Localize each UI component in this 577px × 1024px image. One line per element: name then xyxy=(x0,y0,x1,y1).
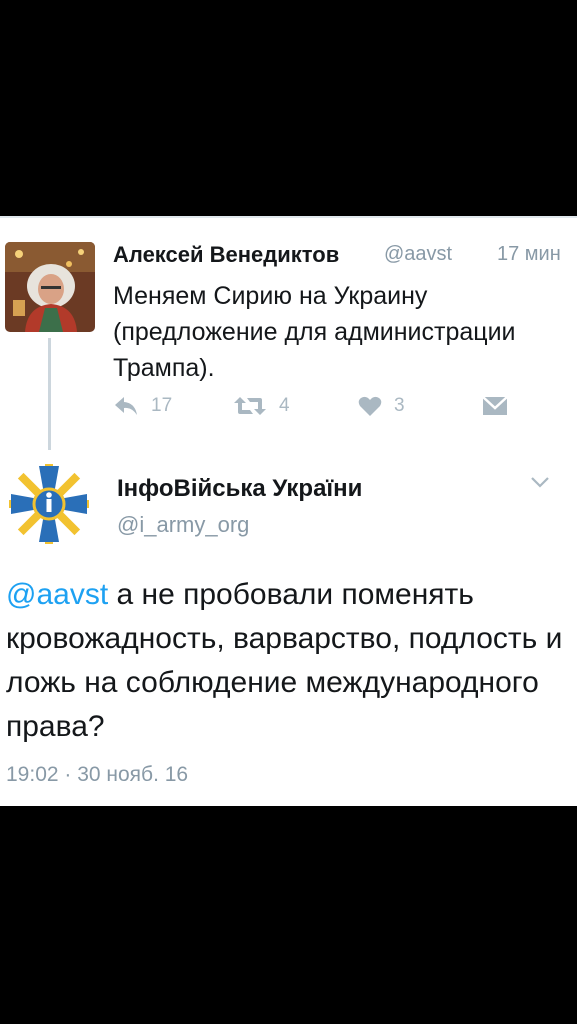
author-handle[interactable]: @aavst xyxy=(384,243,452,266)
heart-icon xyxy=(358,395,382,417)
reply-icon xyxy=(113,395,139,417)
retweet-icon xyxy=(233,395,267,417)
direct-message-button[interactable] xyxy=(482,395,508,417)
retweet-button[interactable]: 4 xyxy=(233,395,290,417)
tweet-text: Меняем Сирию на Украину (предложение для… xyxy=(113,282,516,382)
mention-link[interactable]: @aavst xyxy=(6,578,108,611)
like-count: 3 xyxy=(394,395,405,416)
author-handle[interactable]: @i_army_org xyxy=(117,512,249,538)
tweet-time[interactable]: 17 мин xyxy=(497,243,561,266)
author-name[interactable]: Алексей Венедиктов xyxy=(113,242,339,268)
retweet-count: 4 xyxy=(279,395,290,416)
tweet-timestamp[interactable]: 19:02 · 30 нояб. 16 xyxy=(6,763,188,787)
tweet-text: @aavst а не пробовали поменять кровожадн… xyxy=(6,573,571,749)
envelope-icon xyxy=(482,395,508,417)
chevron-down-icon[interactable] xyxy=(530,475,550,494)
like-button[interactable]: 3 xyxy=(358,395,405,417)
reply-count: 17 xyxy=(151,395,173,416)
thread-line xyxy=(48,338,51,450)
author-name[interactable]: ІнфоВійська України xyxy=(117,475,362,503)
avatar[interactable] xyxy=(5,242,95,332)
avatar[interactable] xyxy=(5,460,93,548)
reply-button[interactable]: 17 xyxy=(113,395,172,417)
